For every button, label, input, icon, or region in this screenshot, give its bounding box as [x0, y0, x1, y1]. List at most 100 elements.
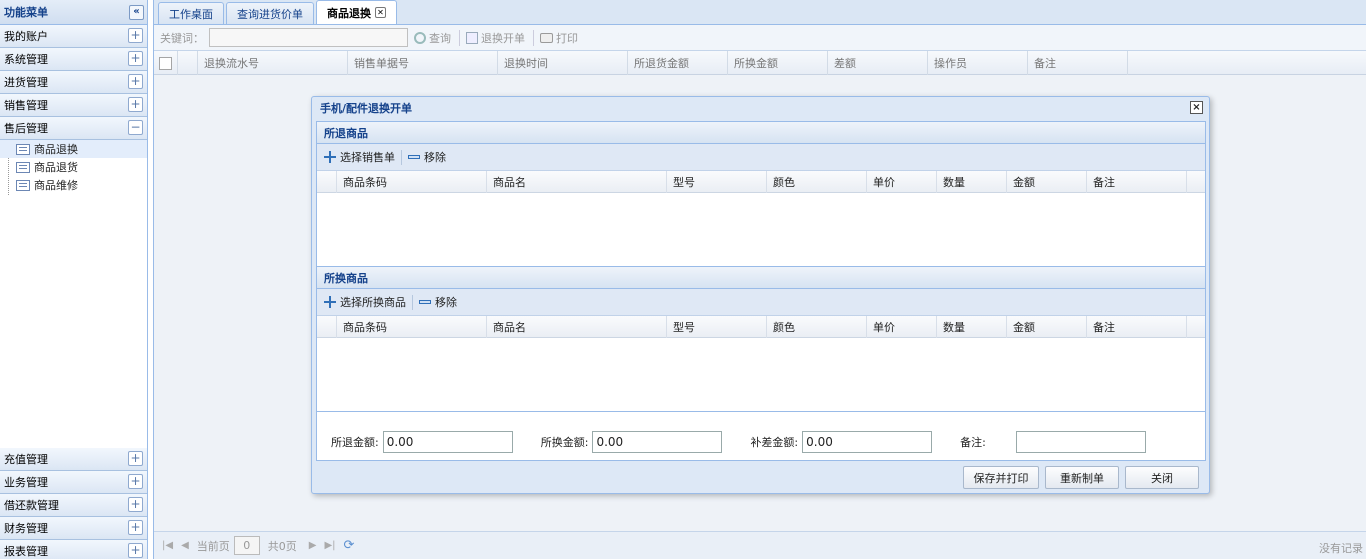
note-field[interactable] — [1015, 431, 1146, 453]
tab-exchange[interactable]: 商品退换 ✕ — [316, 0, 397, 24]
search-button[interactable]: 查询 — [414, 30, 451, 46]
expand-icon[interactable]: + — [128, 497, 143, 512]
sidebar-item-purchase[interactable]: 进货管理 + — [0, 71, 147, 94]
dialog-titlebar[interactable]: 手机/配件退换开单 × — [312, 97, 1209, 119]
sidebar-item-label: 业务管理 — [4, 476, 48, 489]
sidebar-item-my-account[interactable]: 我的账户 + — [0, 25, 147, 48]
close-tab-icon[interactable]: ✕ — [375, 7, 386, 18]
next-page-icon[interactable]: ▶ — [309, 540, 317, 551]
expand-icon[interactable]: + — [128, 474, 143, 489]
column-header[interactable]: 商品条码 — [337, 316, 487, 338]
column-header[interactable]: 数量 — [937, 316, 1007, 338]
expand-icon[interactable]: + — [128, 520, 143, 535]
first-page-icon[interactable]: |◀ — [162, 540, 173, 551]
toolbar: 关键词： 查询 退换开单 打印 — [154, 25, 1366, 51]
form-icon — [16, 161, 30, 173]
collapse-sidebar-icon[interactable]: « — [129, 5, 144, 20]
tree-item-repair[interactable]: 商品维修 — [0, 176, 147, 194]
diff-amount-label: 补差金额: — [750, 436, 799, 449]
select-exchange-goods-button[interactable]: 选择所换商品 — [324, 294, 406, 310]
sidebar-title: 功能菜单 — [4, 6, 48, 19]
select-sales-order-button[interactable]: 选择销售单 — [324, 149, 395, 165]
expand-icon[interactable]: + — [128, 28, 143, 43]
column-header[interactable]: 商品条码 — [337, 171, 487, 193]
column-header[interactable]: 所换金额 — [728, 51, 828, 75]
toolbar-divider — [401, 149, 402, 165]
sidebar-item-label: 充值管理 — [4, 453, 48, 466]
search-icon — [414, 31, 426, 44]
tree-item-return[interactable]: 商品退货 — [0, 158, 147, 176]
prev-page-icon[interactable]: ◀ — [181, 540, 189, 551]
sidebar-item-recharge[interactable]: 充值管理 + — [0, 448, 147, 471]
return-panel-title: 所退商品 — [317, 122, 1205, 144]
remove-return-item-button[interactable]: 移除 — [408, 149, 446, 165]
dialog-title: 手机/配件退换开单 — [320, 102, 413, 115]
column-header[interactable]: 型号 — [667, 171, 767, 193]
column-header[interactable]: 备注 — [1087, 171, 1187, 193]
tree-item-exchange[interactable]: 商品退换 — [0, 140, 147, 158]
collapse-icon[interactable]: − — [128, 120, 143, 135]
reset-form-button[interactable]: 重新制单 — [1045, 466, 1119, 489]
exchange-grid-body — [317, 338, 1205, 412]
tree-item-label: 商品退换 — [34, 143, 78, 156]
column-header[interactable]: 备注 — [1087, 316, 1187, 338]
column-header[interactable]: 金额 — [1007, 316, 1087, 338]
column-header[interactable]: 数量 — [937, 171, 1007, 193]
open-exchange-button[interactable]: 退换开单 — [466, 30, 525, 46]
column-header[interactable]: 颜色 — [767, 171, 867, 193]
open-exchange-label: 退换开单 — [481, 31, 525, 45]
sidebar-item-after-sales[interactable]: 售后管理 − — [0, 117, 147, 140]
sidebar-item-reports[interactable]: 报表管理 + — [0, 540, 147, 559]
edit-icon — [466, 31, 478, 44]
plus-icon — [324, 296, 336, 308]
keyword-input[interactable] — [209, 28, 408, 47]
tab-workspace[interactable]: 工作桌面 — [158, 2, 224, 24]
sidebar-item-loans[interactable]: 借还款管理 + — [0, 494, 147, 517]
sidebar-item-business[interactable]: 业务管理 + — [0, 471, 147, 494]
column-header[interactable]: 型号 — [667, 316, 767, 338]
diff-amount-field[interactable]: 0.00 — [802, 431, 933, 453]
close-icon[interactable]: × — [1190, 101, 1203, 114]
column-header[interactable]: 销售单据号 — [348, 51, 498, 75]
page-number-input[interactable]: 0 — [233, 536, 260, 555]
column-header[interactable]: 颜色 — [767, 316, 867, 338]
expand-icon[interactable]: + — [128, 74, 143, 89]
sidebar-item-system[interactable]: 系统管理 + — [0, 48, 147, 71]
exchange-panel-title: 所换商品 — [317, 267, 1205, 289]
toolbar-divider — [412, 294, 413, 310]
column-header[interactable]: 备注 — [1028, 51, 1128, 75]
last-page-icon[interactable]: ▶| — [324, 540, 335, 551]
exchange-amount-field[interactable]: 0.00 — [592, 431, 723, 453]
tab-purchase-price[interactable]: 查询进货价单 — [226, 2, 314, 24]
refresh-icon[interactable]: ⟳ — [344, 538, 355, 553]
close-dialog-button[interactable]: 关闭 — [1125, 466, 1199, 489]
column-header[interactable]: 商品名 — [487, 171, 667, 193]
remove-exchange-item-button[interactable]: 移除 — [419, 294, 457, 310]
select-all-checkbox[interactable] — [159, 56, 172, 70]
column-header[interactable]: 操作员 — [928, 51, 1028, 75]
return-amount-field[interactable]: 0.00 — [382, 431, 513, 453]
column-header[interactable]: 商品名 — [487, 316, 667, 338]
print-button[interactable]: 打印 — [540, 30, 578, 46]
sidebar-item-label: 销售管理 — [4, 99, 48, 112]
tab-bar: 工作桌面 查询进货价单 商品退换 ✕ — [154, 0, 1366, 25]
column-header[interactable]: 金额 — [1007, 171, 1087, 193]
expand-icon[interactable]: + — [128, 51, 143, 66]
expand-icon[interactable]: + — [128, 543, 143, 558]
column-header[interactable]: 单价 — [867, 171, 937, 193]
column-header[interactable]: 单价 — [867, 316, 937, 338]
column-header[interactable]: 差额 — [828, 51, 928, 75]
toolbar-divider — [459, 29, 460, 46]
sidebar-item-sales[interactable]: 销售管理 + — [0, 94, 147, 117]
sidebar-item-finance[interactable]: 财务管理 + — [0, 517, 147, 540]
exchange-amount-label: 所换金额: — [540, 436, 589, 449]
column-header[interactable]: 退换流水号 — [198, 51, 348, 75]
save-and-print-button[interactable]: 保存并打印 — [963, 466, 1039, 489]
column-header[interactable]: 退换时间 — [498, 51, 628, 75]
pager: |◀ ◀ 当前页 0 共0页 ▶ ▶| ⟳ 没有记录 — [154, 531, 1366, 559]
expand-icon[interactable]: + — [128, 97, 143, 112]
column-header[interactable]: 所退货金额 — [628, 51, 728, 75]
select-sales-order-label: 选择销售单 — [340, 151, 395, 164]
sidebar-item-label: 我的账户 — [4, 30, 48, 43]
expand-icon[interactable]: + — [128, 451, 143, 466]
